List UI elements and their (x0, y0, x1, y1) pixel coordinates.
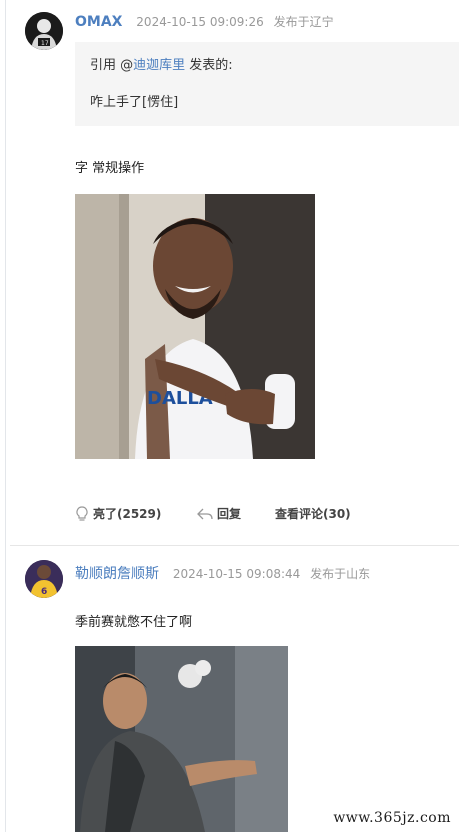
post-time: 2024-10-15 09:08:44 (172, 567, 301, 581)
lightbulb-icon (76, 505, 88, 521)
svg-text:17: 17 (41, 40, 49, 47)
post-image[interactable]: DALLA (75, 194, 315, 459)
reply-arrow-icon (197, 508, 213, 519)
username-link[interactable]: OMAX (75, 14, 122, 30)
quoted-user-link[interactable]: 迪迦库里 (133, 58, 185, 73)
quote-block: 引用 @迪迦库里 发表的: 咋上手了[愣住] (75, 42, 459, 126)
thread-page: 17 OMAX 2024-10-15 09:09:26 发布于辽宁 引用 @迪迦… (0, 0, 459, 832)
post-text: 季前赛就憋不住了啊 (75, 615, 193, 630)
username-link[interactable]: 勒顺朗詹顺斯 (75, 566, 159, 582)
quote-suffix: 发表的: (185, 58, 233, 73)
svg-text:6: 6 (41, 587, 47, 597)
reply-label: 回复 (217, 507, 242, 521)
post-image[interactable] (75, 646, 288, 832)
reply-post: 17 OMAX 2024-10-15 09:09:26 发布于辽宁 引用 @迪迦… (0, 0, 459, 545)
like-button[interactable]: 亮了(2529) (75, 505, 161, 522)
post-text: 字 常规操作 (75, 161, 145, 176)
comments-label: 查看评论(30) (275, 507, 351, 521)
like-label: 亮了(2529) (93, 507, 162, 521)
avatar[interactable]: 6 (25, 560, 63, 598)
reply-button[interactable]: 回复 (197, 505, 241, 522)
reply-post: 6 勒顺朗詹顺斯 2024-10-15 09:08:44 发布于山东 季前赛就憋… (0, 545, 459, 832)
watermark: www.365jz.com (331, 810, 453, 826)
post-time: 2024-10-15 09:09:26 (136, 15, 264, 29)
quote-header: 引用 @迪迦库里 发表的: (90, 54, 233, 73)
view-comments-button[interactable]: 查看评论(30) (275, 505, 351, 522)
post-meta: 勒顺朗詹顺斯 2024-10-15 09:08:44 发布于山东 (75, 563, 370, 583)
quote-text: 咋上手了[愣住] (90, 95, 179, 110)
quote-prefix: 引用 @ (90, 58, 134, 73)
post-meta: OMAX 2024-10-15 09:09:26 发布于辽宁 (75, 13, 334, 30)
avatar[interactable]: 17 (25, 12, 63, 50)
post-location: 发布于山东 (310, 567, 371, 581)
post-location: 发布于辽宁 (273, 15, 334, 29)
